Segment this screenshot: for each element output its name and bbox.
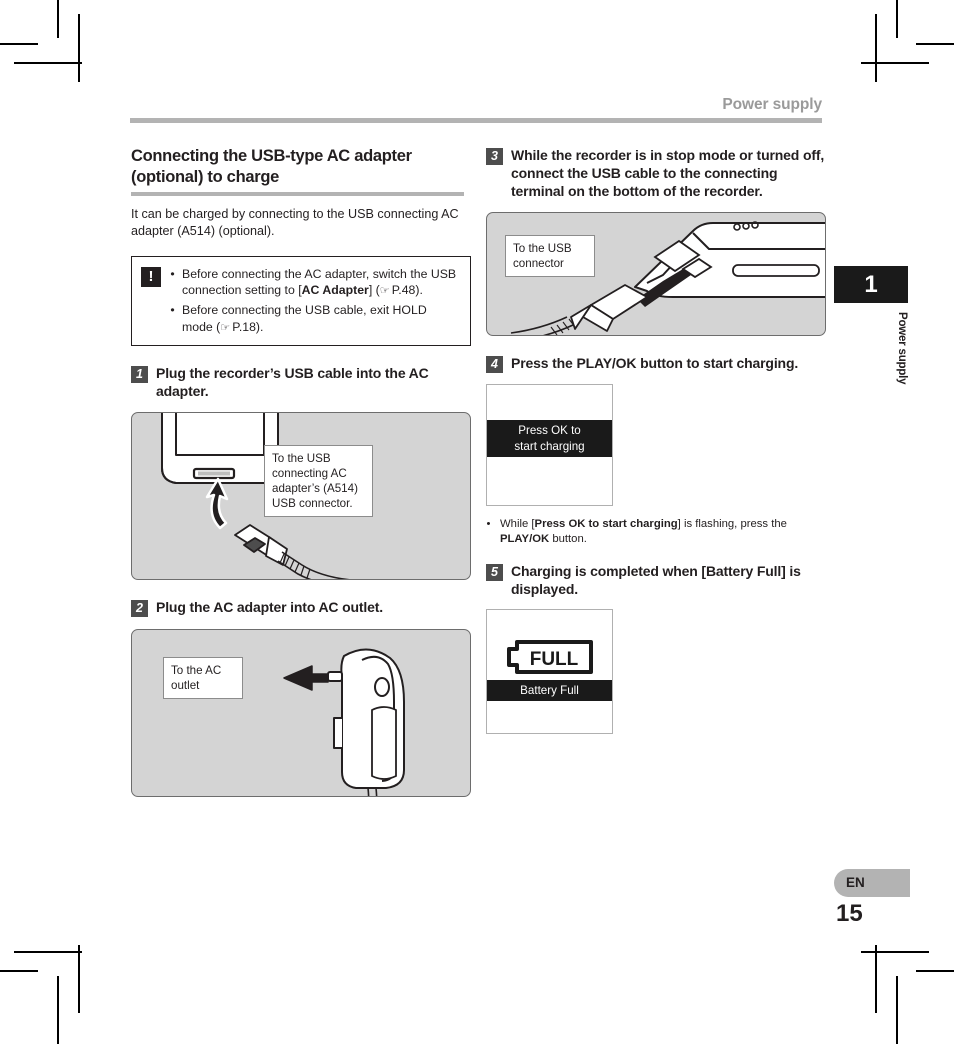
crop-mark (896, 0, 898, 38)
lcd-message-band: Press OK to start charging (487, 420, 612, 458)
crop-mark (57, 976, 59, 1044)
ac-outlet-illustration (283, 648, 405, 796)
step-5: 5 Charging is completed when [Battery Fu… (486, 562, 826, 598)
lcd-message-band: Battery Full (487, 679, 612, 702)
caution-bullet-text: Before connecting the AC adapter, switch… (182, 266, 457, 298)
page-number: 15 (836, 900, 863, 927)
step-3: 3 While the recorder is in stop mode or … (486, 146, 826, 200)
language-badge: EN (834, 869, 910, 897)
crop-mark (14, 951, 82, 953)
callout-adapter-usb: To the USB connecting AC adapter’s (A514… (264, 444, 373, 517)
step-2: 2 Plug the AC adapter into AC outlet. (131, 598, 471, 617)
step-4: 4 Press the PLAY/OK button to start char… (486, 354, 826, 374)
crop-mark (916, 43, 954, 45)
crop-mark (78, 14, 80, 82)
lcd-battery-full: FULL Battery Full (486, 608, 613, 735)
pointing-hand-icon: ☞ (220, 321, 233, 334)
callout-recorder-usb: To the USB connector (505, 235, 595, 278)
lcd-blank-bottom (487, 701, 612, 733)
step-number: 2 (131, 599, 148, 617)
callout-ac-outlet: To the AC outlet (163, 656, 243, 699)
step-text: Press the PLAY/OK button to start chargi… (511, 355, 799, 372)
caution-box: ! • Before connecting the AC adapter, sw… (131, 255, 471, 346)
crop-mark (0, 43, 38, 45)
crop-mark (896, 976, 898, 1044)
battery-full-icon: FULL (487, 634, 612, 680)
crop-mark (861, 951, 929, 953)
step-text: Charging is completed when [Battery Full… (511, 562, 801, 597)
figure-ac-outlet: To the AC outlet (131, 628, 471, 797)
manual-page: Power supply Connecting the USB-type AC … (0, 0, 954, 1044)
crop-mark (916, 970, 954, 972)
battery-icon: FULL (506, 639, 593, 674)
note-play-ok: • While [Press OK to start charging] is … (486, 517, 826, 548)
step-text: Plug the recorder’s USB cable into the A… (156, 364, 429, 399)
caution-bullet: • Before connecting the USB cable, exit … (170, 302, 460, 335)
chapter-tab-label: Power supply (896, 312, 908, 385)
crop-mark (0, 970, 38, 972)
crop-mark (875, 14, 877, 82)
step-number: 4 (486, 356, 503, 374)
caution-bullet: • Before connecting the AC adapter, swit… (170, 266, 460, 299)
step-number: 1 (131, 365, 148, 383)
bullet-dot: • (486, 518, 491, 531)
lcd-charging-prompt: Press OK to start charging (486, 384, 613, 507)
chapter-tab-number: 1 (834, 266, 908, 303)
section-lead-text: It can be charged by connecting to the U… (131, 207, 459, 238)
battery-full-label: FULL (529, 649, 578, 670)
step-text: Plug the AC adapter into AC outlet. (156, 598, 384, 615)
step-number: 3 (486, 148, 503, 165)
lcd-blank-top (487, 385, 612, 420)
lcd-blank-top (487, 610, 612, 634)
lcd-blank-bottom (487, 457, 612, 505)
running-head: Power supply (722, 96, 822, 113)
crop-mark (14, 62, 82, 64)
running-head-rule (130, 118, 822, 123)
crop-mark (78, 945, 80, 1013)
left-column: Connecting the USB-type AC adapter (opti… (131, 146, 471, 797)
figure-adapter-usb: To the USB connecting AC adapter’s (A514… (131, 411, 471, 580)
crop-mark (57, 0, 59, 38)
crop-mark (861, 62, 929, 64)
figure-recorder-usb: To the USB connector (486, 212, 826, 337)
crop-mark (875, 945, 877, 1013)
note-text: While [Press OK to start charging] is fl… (500, 518, 787, 546)
bullet-dot: • (170, 303, 175, 318)
bullet-dot: • (170, 266, 175, 281)
lcd-message-line1: Press OK to (518, 424, 581, 438)
caution-bullet-list: • Before connecting the AC adapter, swit… (170, 266, 460, 336)
caution-bullet-text: Before connecting the USB cable, exit HO… (182, 303, 427, 334)
exclamation-icon: ! (141, 266, 161, 287)
step-1: 1 Plug the recorder’s USB cable into the… (131, 364, 471, 400)
section-heading-rule (131, 192, 464, 197)
right-column: 3 While the recorder is in stop mode or … (486, 146, 826, 735)
section-heading: Connecting the USB-type AC adapter (opti… (131, 147, 412, 187)
pointing-hand-icon: ☞ (379, 285, 392, 298)
step-number: 5 (486, 563, 503, 581)
step-text: While the recorder is in stop mode or tu… (511, 147, 825, 200)
lcd-message-line2: start charging (514, 439, 585, 453)
